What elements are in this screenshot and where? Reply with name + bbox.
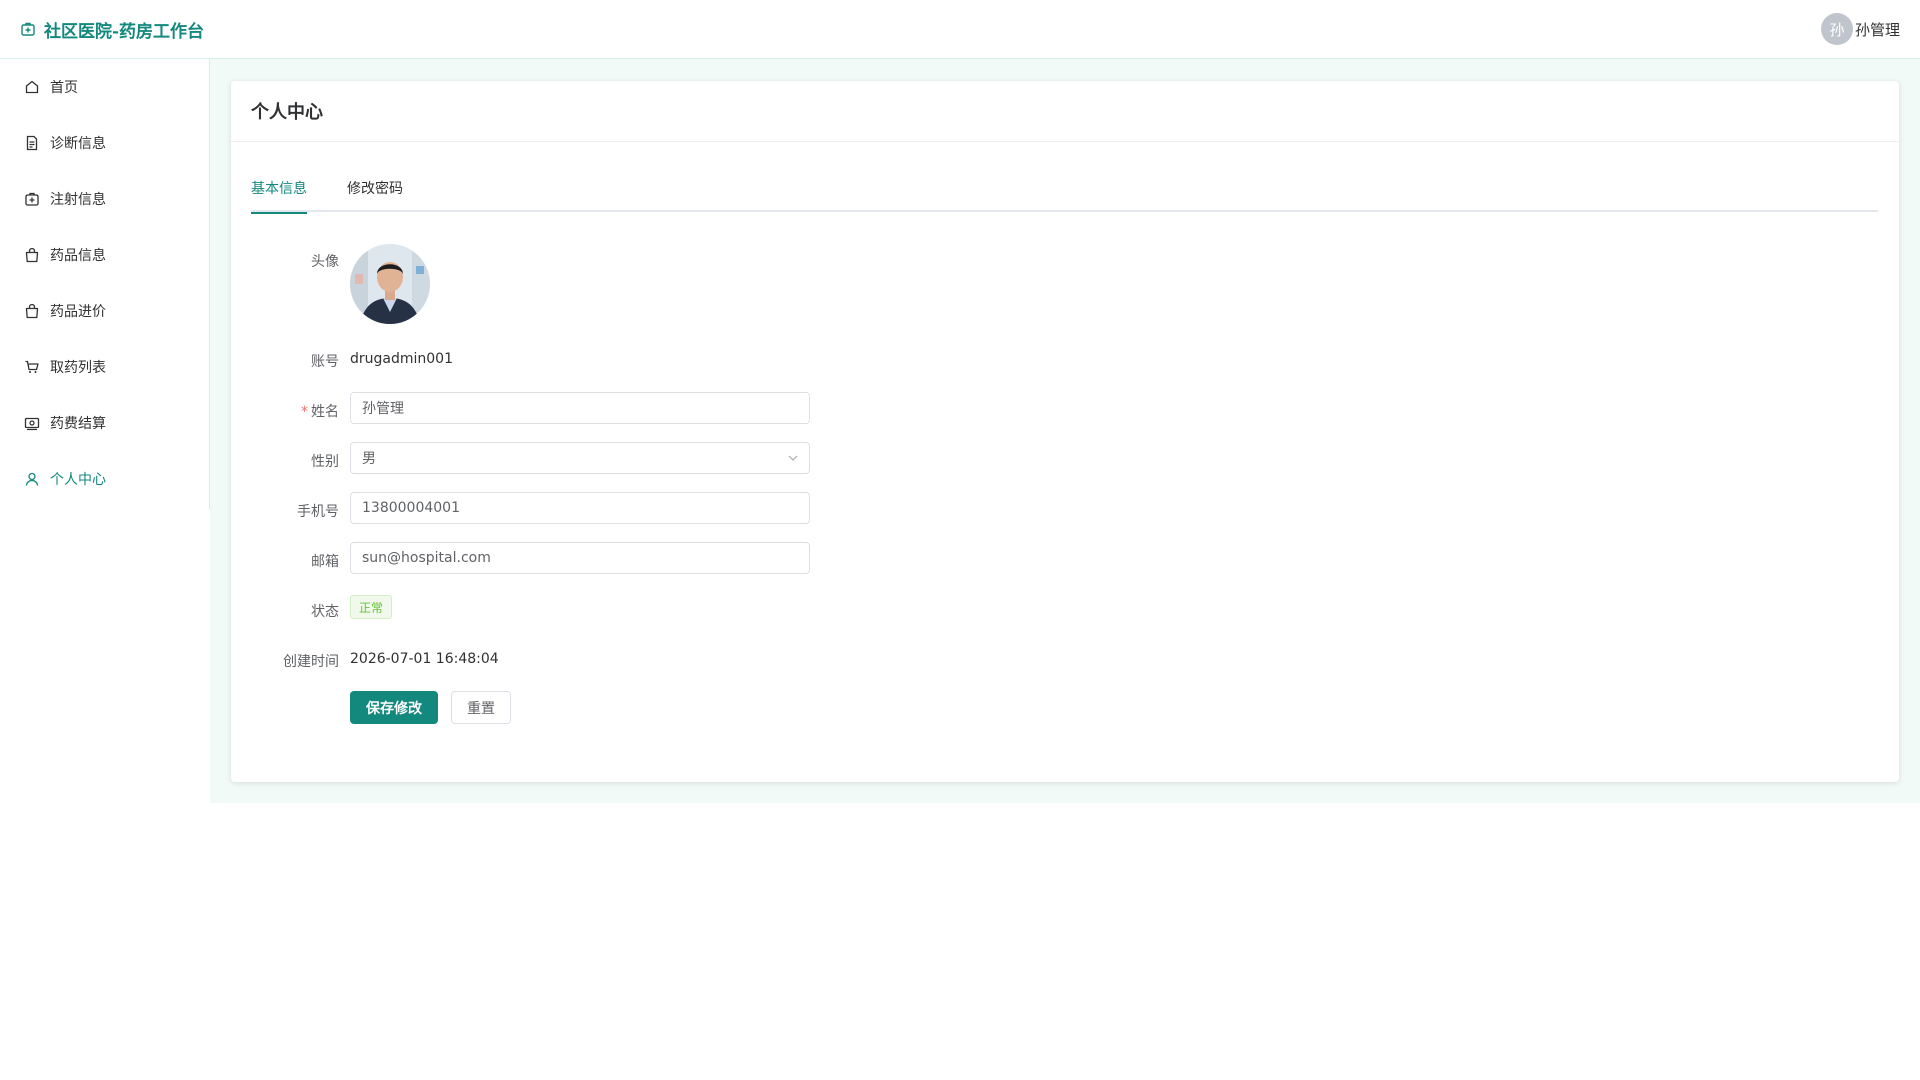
- sidebar-item-drug-price[interactable]: 药品进价: [0, 283, 209, 339]
- brand[interactable]: 社区医院-药房工作台: [20, 17, 204, 42]
- tabs: 基本信息 修改密码: [251, 178, 1878, 214]
- card-header: 个人中心: [231, 81, 1899, 142]
- required-asterisk: *: [301, 404, 308, 420]
- name-label: * 姓名: [231, 401, 339, 421]
- profile-card: 个人中心 基本信息 修改密码 头像 账号 drugadmin001 * 姓名 孙管…: [231, 81, 1899, 782]
- sidebar-item-label: 注射信息: [50, 192, 106, 208]
- sidebar-item-label: 诊断信息: [50, 136, 106, 152]
- avatar-label: 头像: [311, 254, 339, 270]
- gender-select[interactable]: 男: [350, 442, 810, 474]
- reset-button[interactable]: 重置: [451, 691, 511, 724]
- tab-change-password[interactable]: 修改密码: [347, 178, 403, 212]
- hospital-icon: [21, 22, 35, 36]
- gender-value: 男: [362, 451, 376, 467]
- name-field[interactable]: 孙管理: [350, 392, 810, 424]
- sidebar-item-pickup-list[interactable]: 取药列表: [0, 339, 209, 395]
- bag-icon: [25, 247, 39, 263]
- name-value: 孙管理: [362, 401, 404, 417]
- sidebar-item-home[interactable]: 首页: [0, 59, 209, 115]
- brand-title: 社区医院-药房工作台: [44, 21, 205, 42]
- home-icon: [25, 80, 39, 94]
- user-icon: [25, 472, 39, 486]
- tab-basic-info[interactable]: 基本信息: [251, 178, 307, 214]
- page-title: 个人中心: [251, 102, 323, 123]
- status-label: 状态: [311, 604, 339, 620]
- gender-label: 性别: [311, 454, 339, 470]
- profile-avatar[interactable]: [350, 244, 430, 324]
- created-time-value: 2026-07-01 16:48:04: [350, 651, 499, 667]
- phone-field[interactable]: 13800004001: [350, 492, 810, 524]
- sidebar: 首页 诊断信息 注射信息 药品信息 药品进价 取药列表 药费结算 个人中心: [0, 59, 210, 509]
- phone-label: 手机号: [297, 504, 339, 520]
- cart-icon: [25, 360, 39, 373]
- user-avatar[interactable]: 孙: [1820, 13, 1853, 45]
- account-value: drugadmin001: [350, 351, 453, 367]
- phone-value: 13800004001: [362, 500, 460, 516]
- name-label-text: 姓名: [311, 404, 339, 420]
- top-header: 社区医院-药房工作台 孙 孙管理: [0, 0, 1920, 59]
- user-menu[interactable]: 孙 孙管理: [1820, 13, 1900, 45]
- document-icon: [26, 135, 38, 151]
- email-value: sun@hospital.com: [362, 550, 491, 566]
- user-name[interactable]: 孙管理: [1855, 19, 1900, 40]
- email-field[interactable]: sun@hospital.com: [350, 542, 810, 574]
- sidebar-item-diagnosis[interactable]: 诊断信息: [0, 115, 209, 171]
- medical-kit-icon: [25, 192, 39, 206]
- sidebar-item-label: 个人中心: [50, 472, 106, 488]
- save-button[interactable]: 保存修改: [350, 691, 438, 724]
- sidebar-item-injection[interactable]: 注射信息: [0, 171, 209, 227]
- sidebar-item-label: 药费结算: [50, 416, 106, 432]
- sidebar-item-label: 首页: [50, 80, 78, 96]
- sidebar-item-label: 药品进价: [50, 304, 106, 320]
- account-label: 账号: [311, 354, 339, 370]
- sidebar-item-label: 药品信息: [50, 248, 106, 264]
- sidebar-item-label: 取药列表: [50, 360, 106, 376]
- person-photo: [350, 244, 430, 324]
- sidebar-item-profile[interactable]: 个人中心: [0, 451, 209, 507]
- sidebar-item-drug-info[interactable]: 药品信息: [0, 227, 209, 283]
- sidebar-item-settlement[interactable]: 药费结算: [0, 395, 209, 451]
- email-label: 邮箱: [311, 554, 339, 570]
- created-time-label: 创建时间: [283, 654, 339, 670]
- chevron-down-icon: [788, 455, 798, 461]
- money-icon: [24, 417, 40, 431]
- status-badge: 正常: [350, 595, 393, 619]
- bag-icon: [25, 303, 39, 319]
